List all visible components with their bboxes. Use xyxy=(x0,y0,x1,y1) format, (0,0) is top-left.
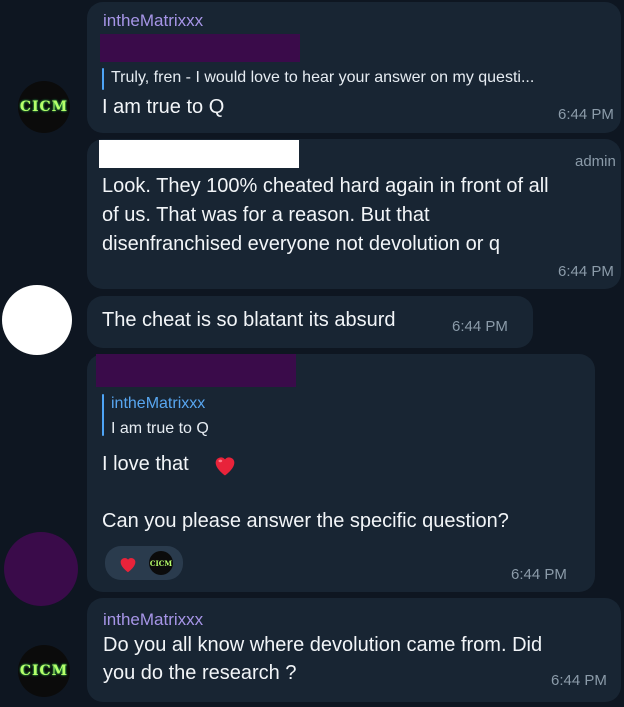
message-time: 6:44 PM xyxy=(558,263,614,280)
reaction-chip[interactable]: CICM xyxy=(105,546,183,580)
reaction-avatar-logo: CICM xyxy=(149,558,173,568)
message-time: 6:44 PM xyxy=(511,566,567,583)
admin-badge: admin xyxy=(575,153,616,170)
reply-quote-text[interactable]: I am true to Q xyxy=(111,420,209,438)
message-text: I love that xyxy=(102,453,189,475)
redacted-block xyxy=(100,34,300,62)
avatar-logo-text: CICM xyxy=(19,663,69,679)
reaction-avatar: CICM xyxy=(149,551,173,575)
sender-name[interactable]: intheMatrixxx xyxy=(103,610,203,630)
reply-bar xyxy=(102,394,104,436)
message-bubble-4[interactable]: intheMatrixxx I am true to Q I love that… xyxy=(87,354,595,592)
reply-quote-text[interactable]: Truly, fren - I would love to hear your … xyxy=(111,69,534,87)
message-text: Can you please answer the specific quest… xyxy=(102,510,509,532)
avatar-logo-text: CICM xyxy=(19,99,69,115)
sender-name[interactable]: intheMatrixxx xyxy=(103,11,203,31)
message-bubble-1[interactable]: intheMatrixxx Truly, fren - I would love… xyxy=(87,2,621,133)
avatar[interactable]: CICM xyxy=(18,81,70,133)
message-time: 6:44 PM xyxy=(452,318,508,335)
message-time: 6:44 PM xyxy=(558,106,614,123)
heart-reaction-icon xyxy=(120,558,136,573)
reply-bar xyxy=(102,68,104,90)
avatar[interactable] xyxy=(2,285,72,355)
message-bubble-5[interactable]: intheMatrixxx Do you all know where devo… xyxy=(87,598,621,702)
redacted-block xyxy=(99,140,299,168)
avatar[interactable] xyxy=(4,532,78,606)
heart-icon xyxy=(215,457,235,476)
message-line-1: Look. They 100% cheated hard again in fr… xyxy=(102,175,549,197)
message-bubble-2[interactable]: admin Look. They 100% cheated hard again… xyxy=(87,139,621,289)
message-text: I am true to Q xyxy=(102,96,225,118)
reply-sender-name[interactable]: intheMatrixxx xyxy=(111,395,205,413)
message-line-3: disenfranchised everyone not devolution … xyxy=(102,233,501,255)
message-line-2: of us. That was for a reason. But that xyxy=(102,204,430,226)
message-bubble-3[interactable]: The cheat is so blatant its absurd 6:44 … xyxy=(87,296,533,348)
redacted-block xyxy=(96,354,296,387)
message-time: 6:44 PM xyxy=(551,672,607,689)
message-line-2: you do the research ? xyxy=(103,662,297,684)
message-text: The cheat is so blatant its absurd xyxy=(102,309,396,331)
message-line-1: Do you all know where devolution came fr… xyxy=(103,634,543,656)
avatar[interactable]: CICM xyxy=(18,645,70,697)
